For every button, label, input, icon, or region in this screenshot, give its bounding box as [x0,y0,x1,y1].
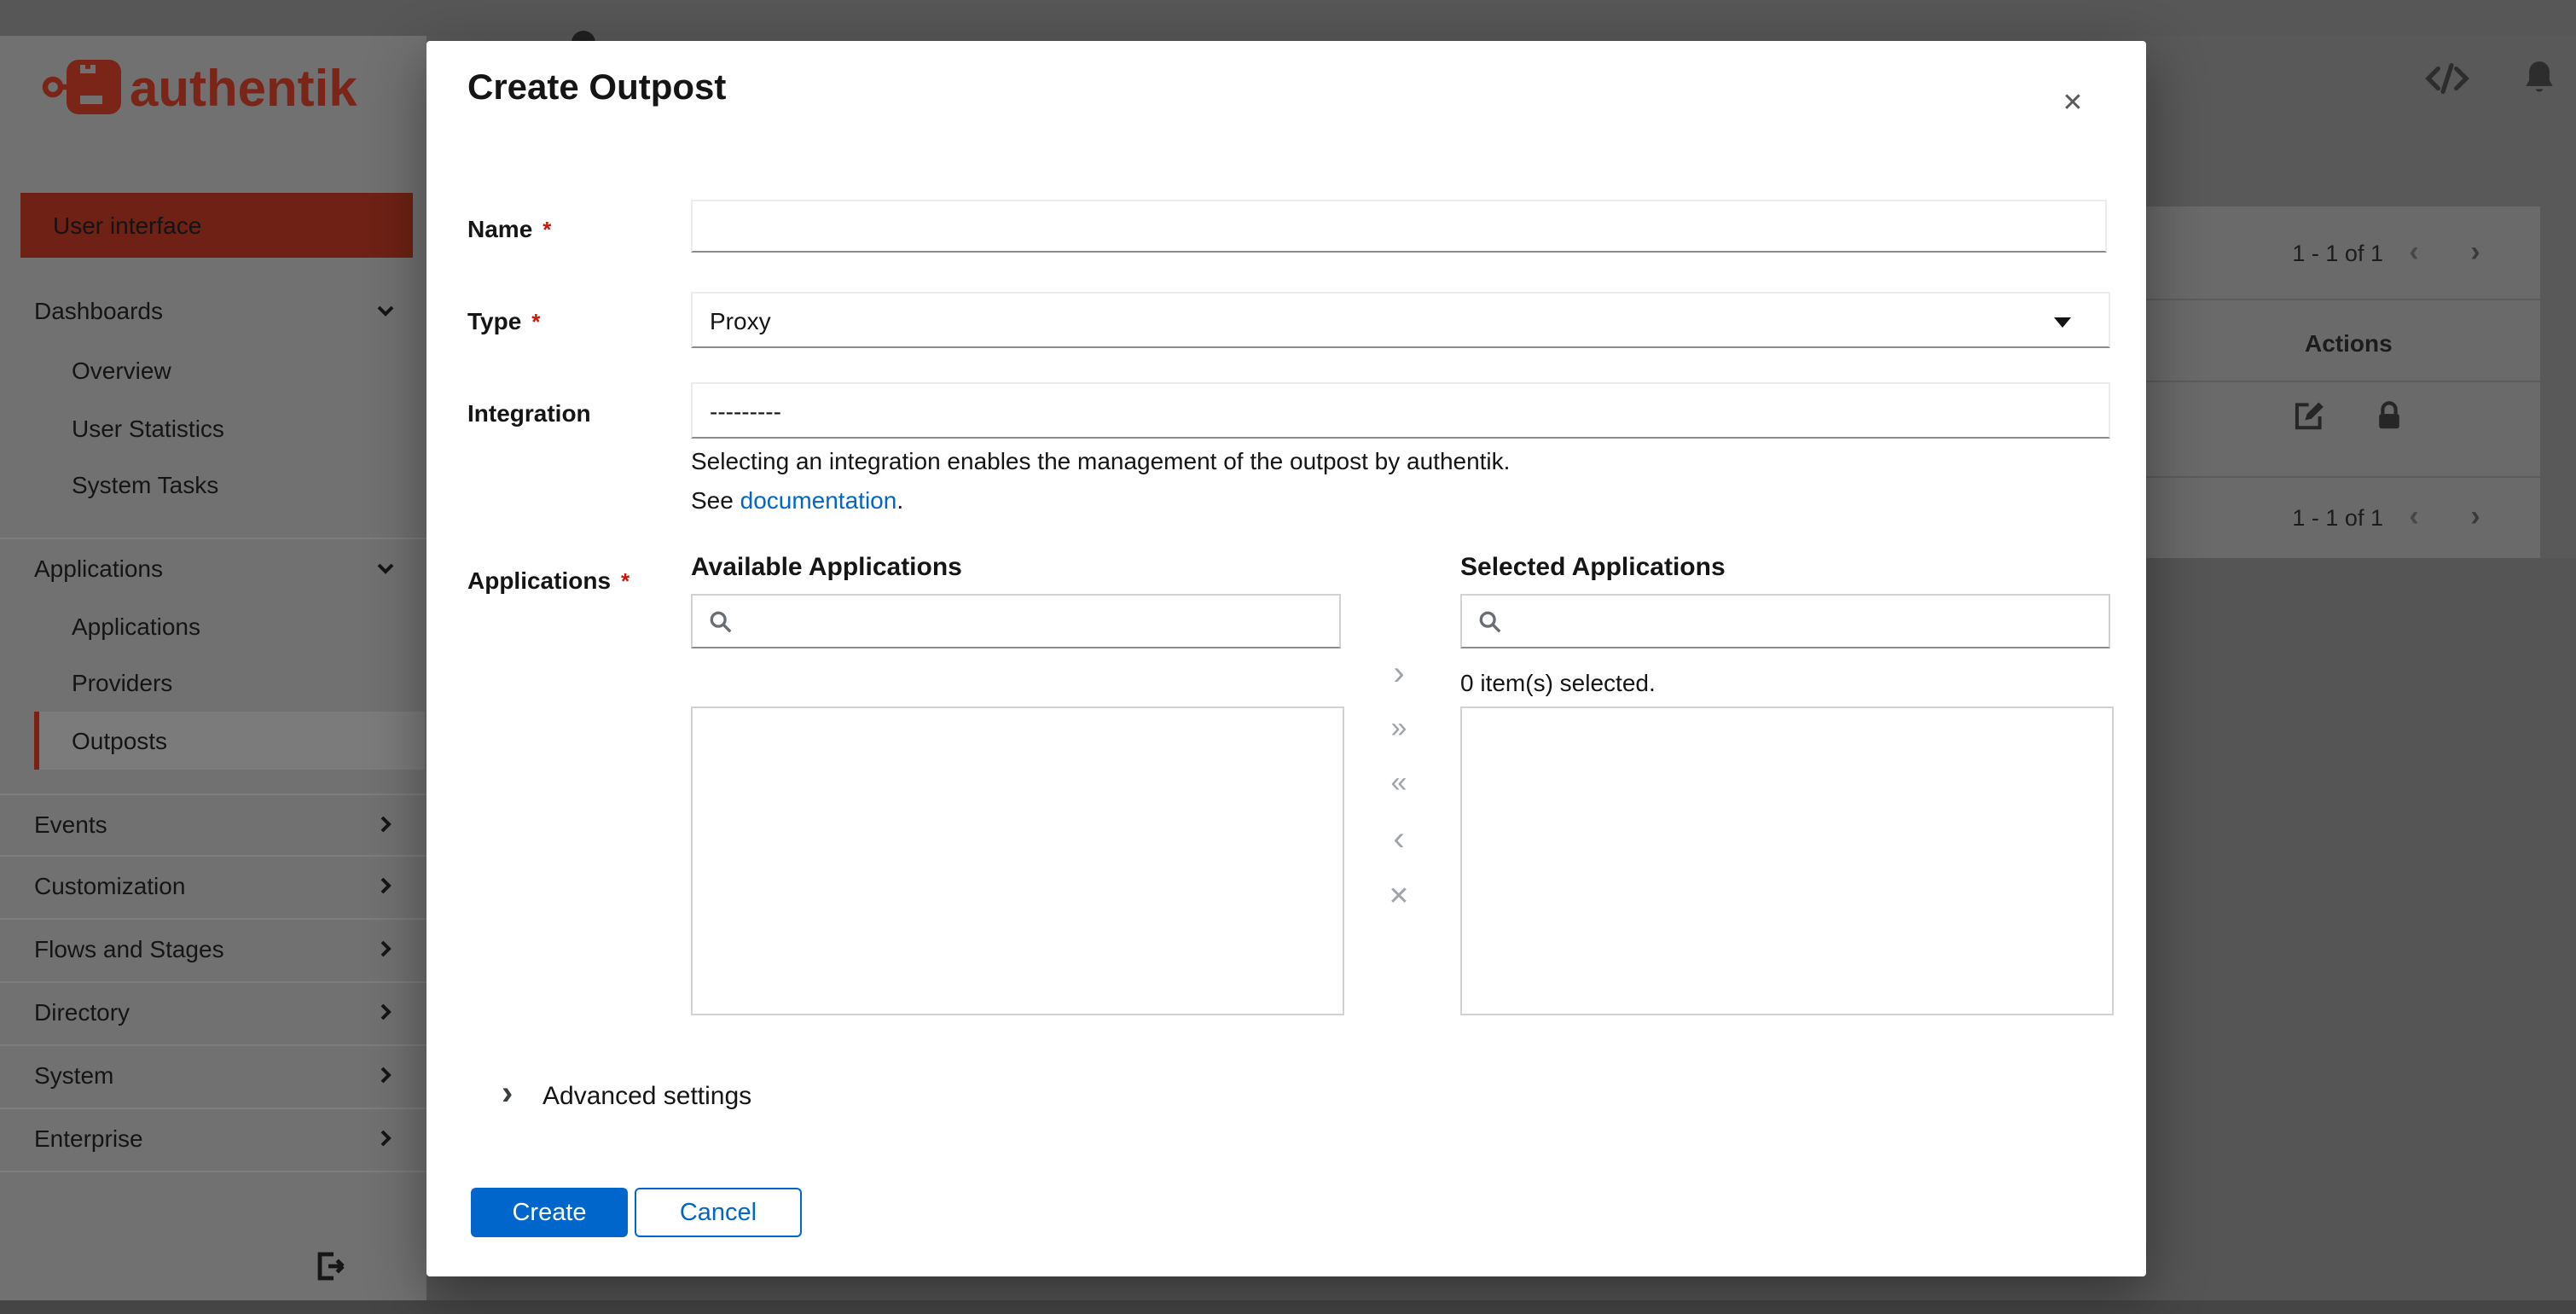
available-search-input[interactable] [744,599,1331,647]
top-band [0,0,2576,36]
pagination-bottom-text: 1 - 1 of 1 [2292,504,2383,530]
lock-icon[interactable] [2373,398,2405,433]
sidebar: authentik User interface Dashboards Over… [0,36,426,1300]
brand-wordmark: authentik [130,60,357,117]
chevron-right-icon [375,875,396,896]
sidebar-section-customization[interactable]: Customization [0,857,426,915]
sidebar-section-applications[interactable]: Applications [0,539,426,597]
sidebar-item-overview[interactable]: Overview [0,341,426,399]
sidebar-item-user-statistics[interactable]: User Statistics [0,399,426,457]
sidebar-section-system[interactable]: System [0,1046,426,1104]
selected-search-input[interactable] [1513,599,2100,647]
pagination-top-text: 1 - 1 of 1 [2292,240,2383,265]
create-outpost-modal: Create Outpost ✕ Name* Type* Proxy Integ… [426,41,2146,1276]
type-label: Type* [467,307,540,334]
cancel-button[interactable]: Cancel [635,1188,802,1237]
selected-status: 0 item(s) selected. [1460,669,1656,696]
integration-label: Integration [467,399,591,427]
code-icon[interactable] [2424,58,2470,99]
bell-icon[interactable] [2521,60,2557,99]
integration-select-value: --------- [693,397,781,424]
search-icon [1477,609,1503,635]
available-applications-listbox[interactable] [691,706,1344,1015]
remove-all-icon[interactable]: « [1378,763,1419,804]
edit-icon[interactable] [2291,398,2327,433]
sidebar-item-applications[interactable]: Applications [0,597,426,655]
sidebar-section-directory[interactable]: Directory [0,983,426,1041]
remove-selected-icon[interactable]: ‹ [1378,819,1419,860]
name-input[interactable] [691,200,2107,253]
close-icon[interactable]: ✕ [2051,82,2095,126]
pagination-prev-icon[interactable]: ‹ [2383,235,2445,270]
sidebar-item-user-interface[interactable]: User interface [20,193,413,258]
name-label: Name* [467,215,551,242]
create-button[interactable]: Create [471,1188,628,1237]
integration-help-text: Selecting an integration enables the man… [691,447,1510,474]
sidebar-item-outposts-active[interactable]: Outposts [34,712,425,770]
pagination-next-icon[interactable]: › [2445,500,2506,534]
required-marker: * [542,217,551,242]
search-icon [708,609,734,635]
add-all-icon[interactable]: » [1378,708,1419,749]
pagination-next-icon[interactable]: › [2445,235,2506,270]
add-selected-icon[interactable]: › [1378,654,1419,695]
sidebar-item-providers[interactable]: Providers [0,654,426,712]
sidebar-item-system-tasks[interactable]: System Tasks [0,456,426,514]
advanced-settings-chevron-icon[interactable]: › [502,1075,513,1114]
page: authentik User interface Dashboards Over… [0,0,2576,1314]
available-search [691,594,1341,648]
sign-out-icon[interactable] [312,1249,346,1283]
selected-search [1460,594,2110,648]
divider [0,1171,426,1172]
user-interface-label: User interface [20,212,201,239]
required-marker: * [621,568,629,594]
type-select[interactable]: Proxy [691,292,2110,348]
bottom-strip [0,1300,2576,1314]
sidebar-section-flows-and-stages[interactable]: Flows and Stages [0,920,426,978]
authentik-logo: authentik [41,53,391,121]
type-select-value: Proxy [693,306,771,334]
chevron-right-icon [375,1128,396,1148]
applications-label: Applications* [467,567,629,594]
pagination-prev-icon[interactable]: ‹ [2383,500,2445,534]
advanced-settings-toggle[interactable]: Advanced settings [542,1082,751,1111]
sidebar-section-dashboards[interactable]: Dashboards [0,282,426,340]
available-applications-title: Available Applications [691,553,962,582]
caret-down-icon [2054,317,2071,328]
chevron-right-icon [375,814,396,834]
modal-title: Create Outpost [467,68,726,109]
required-marker: * [531,309,540,334]
documentation-link[interactable]: documentation [740,486,897,514]
actions-column-header: Actions [2305,329,2393,357]
integration-select[interactable]: --------- [691,382,2110,439]
selected-applications-listbox[interactable] [1460,706,2114,1015]
chevron-down-icon [375,558,396,579]
sidebar-section-events[interactable]: Events [0,795,426,853]
chevron-right-icon [375,1065,396,1085]
sidebar-section-enterprise[interactable]: Enterprise [0,1109,426,1167]
integration-help-see: See documentation. [691,486,903,514]
chevron-right-icon [375,1002,396,1022]
chevron-right-icon [375,939,396,959]
clear-selection-icon[interactable]: ✕ [1378,875,1419,916]
chevron-down-icon [375,300,396,321]
selected-applications-title: Selected Applications [1460,553,1726,582]
